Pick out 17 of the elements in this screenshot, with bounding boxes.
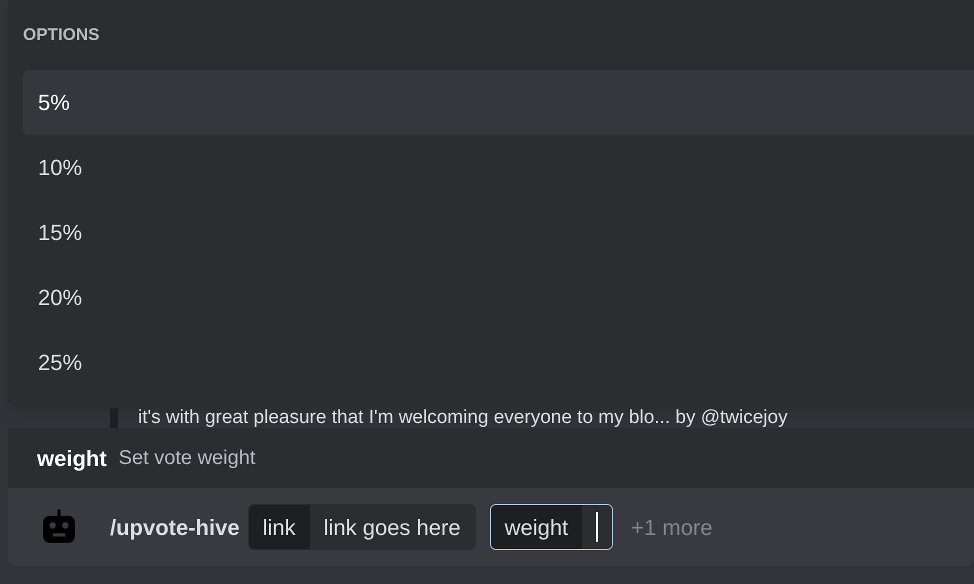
parameter-chip[interactable]: weight [490, 504, 614, 550]
option-item[interactable]: 15% [23, 200, 974, 265]
text-cursor [596, 512, 598, 542]
option-item[interactable]: 20% [23, 265, 974, 330]
option-item[interactable]: 10% [23, 135, 974, 200]
parameter-name: link [248, 505, 310, 549]
command-input-bar[interactable]: /upvote-hive link link goes here weight +1 more [8, 488, 974, 566]
option-item[interactable]: 5% [23, 70, 974, 135]
command-name: /upvote-hive [110, 514, 240, 542]
robot-icon [40, 508, 78, 546]
option-item[interactable]: 25% [23, 330, 974, 395]
parameter-value: link goes here [322, 514, 462, 542]
option-description: Set vote weight [118, 446, 256, 471]
option-name: weight [37, 444, 107, 473]
parameter-chip[interactable]: link link goes here [248, 504, 476, 550]
message-preview: it's with great pleasure that I'm welcoming everyone to my blo... by @twicejoy [138, 408, 788, 428]
options-header: OPTIONS [23, 24, 101, 46]
